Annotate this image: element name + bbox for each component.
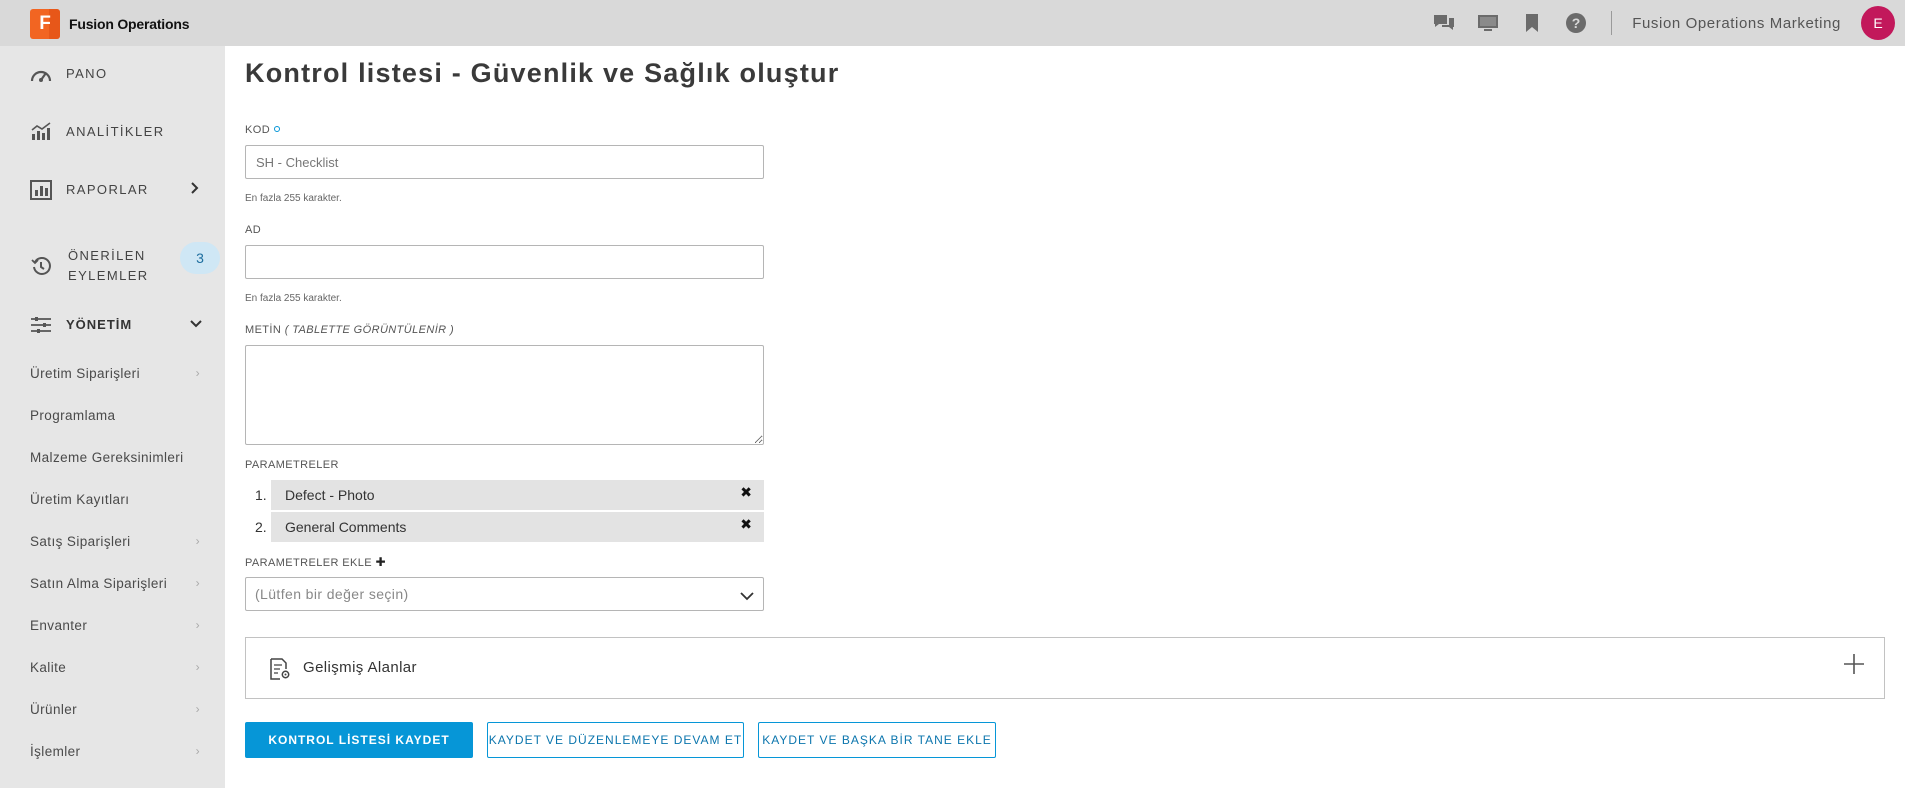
sidebar-sub-label: Satış Siparişleri [30, 534, 131, 549]
sidebar-sub-islemler[interactable]: İşlemler › [30, 744, 200, 759]
sidebar-item-label: ANALİTİKLER [66, 124, 165, 139]
top-bar: F Fusion Operations ? Fusion Operations … [0, 0, 1905, 46]
kod-label-text: KOD [245, 124, 271, 136]
sidebar-sub-label: Kalite [30, 660, 67, 675]
sidebar-item-label-line1: ÖNERİLEN [68, 248, 146, 263]
sidebar-item-label: PANO [66, 66, 108, 81]
sidebar-sub-label: Programlama [30, 408, 116, 423]
chevron-down-icon [739, 588, 755, 606]
parameter-select[interactable]: (Lütfen bir değer seçin) [245, 577, 764, 611]
chevron-right-icon: › [195, 366, 200, 380]
org-name[interactable]: Fusion Operations Marketing [1632, 15, 1841, 32]
parameter-row: 1. Defect - Photo ✖ [245, 480, 764, 510]
chevron-right-icon: › [195, 702, 200, 716]
sidebar-sub-urunler[interactable]: Ürünler › [30, 702, 200, 717]
dashboard-icon [30, 63, 52, 85]
chevron-right-icon: › [195, 618, 200, 632]
metin-note: ( TABLETTE GÖRÜNTÜLENİR ) [284, 324, 455, 336]
chevron-right-icon: › [195, 534, 200, 548]
history-icon [30, 255, 52, 277]
document-settings-icon [268, 657, 292, 686]
sidebar-sub-label: Üretim Siparişleri [30, 366, 140, 381]
parameter-name: General Comments [285, 519, 407, 535]
sidebar-sub-label: Envanter [30, 618, 88, 633]
kod-label: KOD [245, 124, 281, 136]
user-avatar[interactable]: E [1861, 6, 1895, 40]
sidebar-item-analitikler[interactable]: ANALİTİKLER [30, 121, 165, 143]
sidebar-sub-label: Ürünler [30, 702, 78, 717]
plus-icon[interactable]: ✚ [376, 555, 386, 569]
save-checklist-button[interactable]: KONTROL LİSTESİ KAYDET [245, 722, 473, 758]
sidebar-sub-programlama[interactable]: Programlama [30, 408, 200, 423]
topbar-divider [1611, 11, 1613, 35]
metin-label: METİN ( TABLETTE GÖRÜNTÜLENİR ) [245, 324, 454, 336]
select-placeholder: (Lütfen bir değer seçin) [255, 586, 409, 602]
parameter-number: 2. [255, 519, 267, 535]
advanced-fields-label: Gelişmiş Alanlar [303, 659, 417, 676]
add-parameters-label: PARAMETRELER EKLE ✚ [245, 555, 386, 569]
reports-icon [30, 179, 52, 201]
sidebar-item-label: YÖNETİM [66, 317, 133, 332]
sidebar-sub-uretim-siparisleri[interactable]: Üretim Siparişleri › [30, 366, 200, 381]
sidebar-item-onerilen-eylemler[interactable]: ÖNERİLEN EYLEMLER [30, 246, 149, 286]
help-icon[interactable]: ? [1563, 10, 1589, 36]
sidebar-sub-kalite[interactable]: Kalite › [30, 660, 200, 675]
notification-badge: 3 [180, 242, 220, 274]
parameter-chip[interactable]: Defect - Photo ✖ [271, 480, 764, 510]
main-content: Kontrol listesi - Güvenlik ve Sağlık olu… [225, 46, 1905, 788]
sidebar-item-label-line2: EYLEMLER [68, 268, 149, 283]
app-name: Fusion Operations [69, 16, 190, 32]
save-and-add-another-button[interactable]: KAYDET VE BAŞKA BİR TANE EKLE [758, 722, 996, 758]
parameter-row: 2. General Comments ✖ [245, 512, 764, 542]
fusion-logo-icon: F [30, 9, 60, 39]
parametreler-label: PARAMETRELER [245, 459, 339, 471]
sidebar: PANO ANALİTİKLER RAPORLAR ÖNERİLEN EYLEM… [0, 46, 225, 788]
parameter-name: Defect - Photo [285, 487, 375, 503]
page-title: Kontrol listesi - Güvenlik ve Sağlık olu… [245, 58, 840, 88]
sidebar-item-yonetim[interactable]: YÖNETİM [30, 314, 132, 336]
remove-parameter-icon[interactable]: ✖ [740, 484, 752, 501]
chevron-right-icon[interactable] [190, 181, 200, 198]
sidebar-item-pano[interactable]: PANO [30, 63, 107, 85]
sidebar-item-raporlar[interactable]: RAPORLAR [30, 179, 149, 201]
chevron-right-icon: › [195, 660, 200, 674]
monitor-icon[interactable] [1475, 10, 1501, 36]
bookmark-icon[interactable] [1519, 10, 1545, 36]
ad-input[interactable] [245, 245, 764, 279]
sidebar-sub-satin-alma-siparisleri[interactable]: Satın Alma Siparişleri › [30, 576, 200, 591]
sidebar-sub-label: İşlemler [30, 744, 81, 759]
required-icon [274, 126, 281, 132]
sidebar-sub-satis-siparisleri[interactable]: Satış Siparişleri › [30, 534, 200, 549]
metin-label-text: METİN [245, 324, 282, 336]
remove-parameter-icon[interactable]: ✖ [740, 516, 752, 533]
sidebar-sub-label: Üretim Kayıtları [30, 492, 130, 507]
save-and-continue-button[interactable]: KAYDET VE DÜZENLEMEYE DEVAM ET [487, 722, 744, 758]
ad-helper: En fazla 255 karakter. [245, 293, 342, 304]
chevron-down-icon[interactable] [189, 317, 203, 332]
chevron-right-icon: › [195, 576, 200, 590]
chat-icon[interactable] [1431, 10, 1457, 36]
parameter-chip[interactable]: General Comments ✖ [271, 512, 764, 542]
sidebar-sub-label: Satın Alma Siparişleri [30, 576, 168, 591]
parameter-number: 1. [255, 487, 267, 503]
chevron-right-icon: › [195, 744, 200, 758]
sidebar-sub-envanter[interactable]: Envanter › [30, 618, 200, 633]
sliders-icon [30, 314, 52, 336]
sidebar-item-label: RAPORLAR [66, 182, 149, 197]
sidebar-sub-uretim-kayitlari[interactable]: Üretim Kayıtları [30, 492, 200, 507]
kod-input[interactable] [245, 145, 764, 179]
advanced-fields-panel[interactable]: Gelişmiş Alanlar [245, 637, 1885, 699]
ad-label: AD [245, 224, 262, 236]
expand-plus-icon[interactable] [1842, 652, 1866, 681]
add-parameters-text: PARAMETRELER EKLE [245, 557, 373, 569]
brand[interactable]: F Fusion Operations [30, 9, 189, 39]
sidebar-sub-malzeme-gereksinimleri[interactable]: Malzeme Gereksinimleri [30, 450, 205, 465]
sidebar-sub-label: Malzeme Gereksinimleri [30, 450, 184, 465]
kod-helper: En fazla 255 karakter. [245, 193, 342, 204]
metin-textarea[interactable] [245, 345, 764, 445]
svg-text:?: ? [1572, 15, 1581, 31]
analytics-icon [30, 121, 52, 143]
